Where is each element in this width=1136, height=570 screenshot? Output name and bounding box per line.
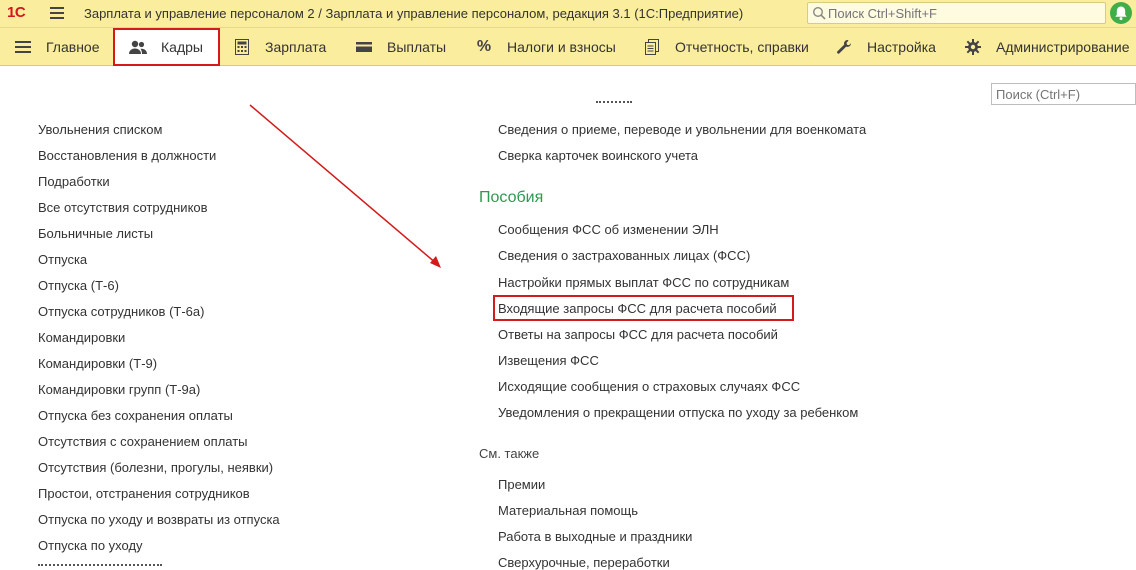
link-fss-eln-messages[interactable]: Сообщения ФСС об изменении ЭЛН (498, 222, 719, 237)
link-group-trips-t9a[interactable]: Командировки групп (Т-9а) (38, 382, 200, 397)
link-childcare-leaves-returns[interactable]: Отпуска по уходу и возвраты из отпуска (38, 512, 280, 527)
content-search-input[interactable] (996, 86, 1131, 102)
link-paid-absences[interactable]: Отсутствия с сохранением оплаты (38, 434, 248, 449)
link-vacations-t6[interactable]: Отпуска (Т-6) (38, 278, 119, 293)
section-payments-label: Выплаты (387, 39, 447, 55)
section-main-label: Главное (46, 39, 100, 55)
gear-icon (964, 38, 982, 56)
section-bar: Главное Кадры Зарплата Выплаты % Налоги … (0, 28, 1136, 66)
link-fss-outgoing-messages[interactable]: Исходящие сообщения о страховых случаях … (498, 379, 800, 394)
link-sick-leaves[interactable]: Больничные листы (38, 226, 153, 241)
link-childcare-end-notices[interactable]: Уведомления о прекращении отпуска по ухо… (498, 405, 858, 420)
app-logo[interactable]: 1С (7, 4, 26, 21)
wallet-icon (355, 38, 373, 56)
section-settings-label: Настройка (867, 39, 936, 55)
link-vacations[interactable]: Отпуска (38, 252, 87, 267)
section-main[interactable]: Главное (14, 28, 100, 66)
title-bar: 1С Зарплата и управление персоналом 2 / … (0, 0, 1136, 28)
link-downtime[interactable]: Простои, отстранения сотрудников (38, 486, 250, 501)
link-all-absences[interactable]: Все отсутствия сотрудников (38, 200, 208, 215)
link-military-cards-check[interactable]: Сверка карточек воинского учета (498, 148, 698, 163)
see-also-title: См. также (479, 446, 540, 461)
section-salary[interactable]: Зарплата (233, 28, 326, 66)
link-childcare-leaves[interactable]: Отпуска по уходу (38, 538, 143, 553)
section-taxes-label: Налоги и взносы (507, 39, 616, 55)
link-fss-notices[interactable]: Извещения ФСС (498, 353, 599, 368)
link-business-trips-t9[interactable]: Командировки (Т-9) (38, 356, 157, 371)
link-financial-aid[interactable]: Материальная помощь (498, 503, 638, 518)
hamburger-icon[interactable] (50, 7, 64, 19)
clipped-link-top (596, 99, 632, 107)
section-salary-label: Зарплата (265, 39, 327, 55)
calculator-icon (233, 38, 251, 56)
section-settings[interactable]: Настройка (835, 28, 936, 66)
section-taxes[interactable]: % Налоги и взносы (475, 28, 616, 66)
link-fss-request-responses[interactable]: Ответы на запросы ФСС для расчета пособи… (498, 327, 778, 342)
global-search[interactable] (807, 2, 1106, 24)
section-hr[interactable]: Кадры (113, 28, 220, 66)
link-fss-insured-persons[interactable]: Сведения о застрахованных лицах (ФСС) (498, 248, 750, 263)
documents-icon (643, 38, 661, 56)
link-vacations-t6a[interactable]: Отпуска сотрудников (Т-6а) (38, 304, 204, 319)
link-weekend-work[interactable]: Работа в выходные и праздники (498, 529, 692, 544)
link-business-trips[interactable]: Командировки (38, 330, 125, 345)
search-icon (812, 6, 826, 20)
link-reinstatements[interactable]: Восстановления в должности (38, 148, 216, 163)
section-payments[interactable]: Выплаты (355, 28, 446, 66)
global-search-input[interactable] (828, 4, 1098, 22)
section-hr-label: Кадры (161, 39, 203, 55)
link-absences-illness[interactable]: Отсутствия (болезни, прогулы, неявки) (38, 460, 273, 475)
benefits-group-title: Пособия (479, 189, 544, 206)
bell-icon[interactable] (1110, 2, 1132, 24)
section-reports[interactable]: Отчетность, справки (643, 28, 809, 66)
link-fss-direct-payment-settings[interactable]: Настройки прямых выплат ФСС по сотрудник… (498, 275, 789, 290)
list-icon (14, 38, 32, 56)
section-admin[interactable]: Администрирование (964, 28, 1130, 66)
people-icon (129, 38, 147, 56)
link-military-report[interactable]: Сведения о приеме, переводе и увольнении… (498, 122, 866, 137)
percent-icon: % (476, 38, 492, 55)
wrench-icon (835, 38, 853, 56)
link-bonuses[interactable]: Премии (498, 477, 545, 492)
app-title: Зарплата и управление персоналом 2 / Зар… (84, 6, 744, 21)
partial-link-cutoff (38, 564, 162, 569)
section-reports-label: Отчетность, справки (675, 39, 809, 55)
link-dismissals-list[interactable]: Увольнения списком (38, 122, 162, 137)
link-overtime[interactable]: Сверхурочные, переработки (498, 555, 670, 570)
link-unpaid-leaves[interactable]: Отпуска без сохранения оплаты (38, 408, 233, 423)
section-admin-label: Администрирование (996, 39, 1130, 55)
link-part-time-jobs[interactable]: Подработки (38, 174, 110, 189)
link-fss-incoming-requests[interactable]: Входящие запросы ФСС для расчета пособий (498, 301, 777, 316)
content-search[interactable] (991, 83, 1136, 105)
